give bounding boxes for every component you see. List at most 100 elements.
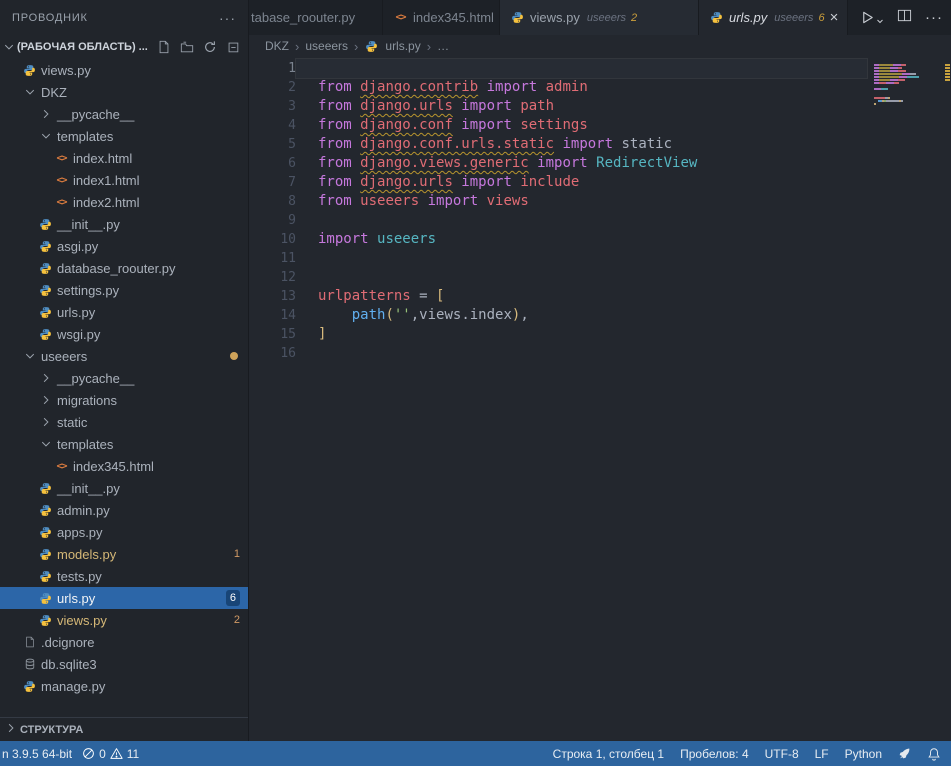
tree-item-apps.py[interactable]: apps.py bbox=[0, 521, 248, 543]
minimap[interactable] bbox=[874, 57, 944, 741]
outline-section-header[interactable]: СТРУКТУРА bbox=[0, 717, 248, 741]
tree-item-templates[interactable]: templates bbox=[0, 125, 248, 147]
tree-item-useeers[interactable]: useeers bbox=[0, 345, 248, 367]
line-number: 3 bbox=[249, 97, 296, 116]
code-line-9[interactable]: 9 bbox=[249, 211, 951, 230]
warning-mark bbox=[945, 64, 950, 66]
tree-item-.dcignore[interactable]: .dcignore bbox=[0, 631, 248, 653]
warning-count: 11 bbox=[127, 747, 139, 761]
tree-item-urls.py[interactable]: urls.py6 bbox=[0, 587, 248, 609]
tree-item-models.py[interactable]: models.py1 bbox=[0, 543, 248, 565]
breadcrumb-item[interactable]: useeers bbox=[305, 39, 348, 53]
workspace-section-header[interactable]: (РАБОЧАЯ ОБЛАСТЬ) ... bbox=[0, 35, 248, 58]
bell-icon[interactable] bbox=[927, 747, 941, 761]
code-text: path('',views.index), bbox=[296, 306, 867, 325]
cursor-position-status[interactable]: Строка 1, столбец 1 bbox=[553, 747, 664, 761]
breadcrumb-separator-icon: › bbox=[354, 39, 358, 54]
more-actions-icon[interactable]: ··· bbox=[925, 9, 943, 26]
status-bar: n 3.9.5 64-bit 0 11 Строка 1, столбец 1 … bbox=[0, 741, 951, 766]
code-line-6[interactable]: 6from django.views.generic import Redire… bbox=[249, 154, 951, 173]
tree-item-settings.py[interactable]: settings.py bbox=[0, 279, 248, 301]
code-line-7[interactable]: 7from django.urls import include bbox=[249, 173, 951, 192]
tree-item-index345.html[interactable]: <>index345.html bbox=[0, 455, 248, 477]
tree-item-DKZ[interactable]: DKZ bbox=[0, 81, 248, 103]
new-file-icon[interactable] bbox=[157, 40, 171, 54]
eol-status[interactable]: LF bbox=[815, 747, 829, 761]
tree-item-tests.py[interactable]: tests.py bbox=[0, 565, 248, 587]
code-line-5[interactable]: 5from django.conf.urls.static import sta… bbox=[249, 135, 951, 154]
close-icon[interactable]: × bbox=[830, 9, 839, 26]
tree-item-__init__.py[interactable]: __init__.py bbox=[0, 213, 248, 235]
tree-item-templates[interactable]: templates bbox=[0, 433, 248, 455]
tab-tabase_roouter.py[interactable]: tabase_roouter.py bbox=[249, 0, 383, 35]
encoding-status[interactable]: UTF-8 bbox=[765, 747, 799, 761]
tree-item-__pycache__[interactable]: __pycache__ bbox=[0, 367, 248, 389]
tree-item-manage.py[interactable]: manage.py bbox=[0, 675, 248, 697]
tree-item-views.py[interactable]: views.py 2 bbox=[0, 609, 248, 631]
breadcrumb-item[interactable]: urls.py bbox=[385, 39, 420, 53]
tab-urls.py[interactable]: urls.pyuseeers6× bbox=[699, 0, 848, 35]
code-editor[interactable]: 12from django.contrib import admin3from … bbox=[249, 57, 951, 741]
line-number: 2 bbox=[249, 78, 296, 97]
py-file-icon bbox=[709, 10, 724, 25]
code-line-3[interactable]: 3from django.urls import path bbox=[249, 97, 951, 116]
code-line-1[interactable]: 1 bbox=[249, 59, 951, 78]
tree-item-wsgi.py[interactable]: wsgi.py bbox=[0, 323, 248, 345]
chevron-down-icon bbox=[36, 125, 55, 147]
tree-item-admin.py[interactable]: admin.py bbox=[0, 499, 248, 521]
py-file-icon bbox=[36, 499, 55, 521]
code-line-4[interactable]: 4from django.conf import settings bbox=[249, 116, 951, 135]
tree-item-label: index345.html bbox=[73, 459, 154, 474]
tree-item-label: views.py bbox=[57, 613, 107, 628]
python-interpreter-status[interactable]: n 3.9.5 64-bit bbox=[2, 747, 72, 761]
warning-mark bbox=[945, 76, 950, 78]
line-number: 11 bbox=[249, 249, 296, 268]
tree-item-index2.html[interactable]: <>index2.html bbox=[0, 191, 248, 213]
tree-item-urls.py[interactable]: urls.py bbox=[0, 301, 248, 323]
tab-views.py[interactable]: views.pyuseeers2 bbox=[500, 0, 699, 35]
refresh-icon[interactable] bbox=[203, 40, 217, 54]
language-mode-status[interactable]: Python bbox=[845, 747, 882, 761]
breadcrumb-item[interactable]: DKZ bbox=[265, 39, 289, 53]
tree-item-__init__.py[interactable]: __init__.py bbox=[0, 477, 248, 499]
breadcrumb-item[interactable]: … bbox=[437, 39, 449, 53]
explorer-more-icon[interactable]: ··· bbox=[219, 10, 236, 26]
tree-item-index1.html[interactable]: <>index1.html bbox=[0, 169, 248, 191]
code-line-15[interactable]: 15] bbox=[249, 325, 951, 344]
collapse-all-icon[interactable] bbox=[226, 40, 240, 54]
code-line-2[interactable]: 2from django.contrib import admin bbox=[249, 78, 951, 97]
split-editor-icon[interactable] bbox=[897, 8, 912, 28]
tree-item-db.sqlite3[interactable]: db.sqlite3 bbox=[0, 653, 248, 675]
code-line-12[interactable]: 12 bbox=[249, 268, 951, 287]
new-folder-icon[interactable] bbox=[180, 40, 194, 54]
tab-index345.html[interactable]: <>index345.html bbox=[383, 0, 500, 35]
problems-badge: 2 bbox=[234, 614, 240, 626]
run-button[interactable] bbox=[860, 10, 884, 25]
tree-item-static[interactable]: static bbox=[0, 411, 248, 433]
indentation-status[interactable]: Пробелов: 4 bbox=[680, 747, 749, 761]
tree-item-index.html[interactable]: <>index.html bbox=[0, 147, 248, 169]
rocket-icon[interactable] bbox=[898, 747, 911, 760]
code-line-14[interactable]: 14 path('',views.index), bbox=[249, 306, 951, 325]
tree-item-asgi.py[interactable]: asgi.py bbox=[0, 235, 248, 257]
vscode-window: ПРОВОДНИК ··· (РАБОЧАЯ ОБЛАСТЬ) ... view… bbox=[0, 0, 951, 766]
code-text: from django.urls import path bbox=[296, 97, 867, 116]
code-line-8[interactable]: 8from useeers import views bbox=[249, 192, 951, 211]
problems-status[interactable]: 0 11 bbox=[82, 747, 139, 761]
code-line-11[interactable]: 11 bbox=[249, 249, 951, 268]
code-line-13[interactable]: 13urlpatterns = [ bbox=[249, 287, 951, 306]
outline-label: СТРУКТУРА bbox=[20, 724, 83, 736]
tree-item-__pycache__[interactable]: __pycache__ bbox=[0, 103, 248, 125]
tab-detail: useeers bbox=[587, 12, 626, 24]
tree-item-migrations[interactable]: migrations bbox=[0, 389, 248, 411]
explorer-sidebar: ПРОВОДНИК ··· (РАБОЧАЯ ОБЛАСТЬ) ... view… bbox=[0, 0, 249, 741]
chevron-right-icon bbox=[36, 367, 55, 389]
tree-item-database_roouter.py[interactable]: database_roouter.py bbox=[0, 257, 248, 279]
chevron-right-icon bbox=[36, 103, 55, 125]
tree-item-views.py[interactable]: views.py bbox=[0, 59, 248, 81]
tree-item-label: apps.py bbox=[57, 525, 103, 540]
code-line-16[interactable]: 16 bbox=[249, 344, 951, 363]
code-line-10[interactable]: 10import useeers bbox=[249, 230, 951, 249]
code-text bbox=[296, 59, 867, 78]
tab-problems-badge: 2 bbox=[631, 12, 637, 24]
